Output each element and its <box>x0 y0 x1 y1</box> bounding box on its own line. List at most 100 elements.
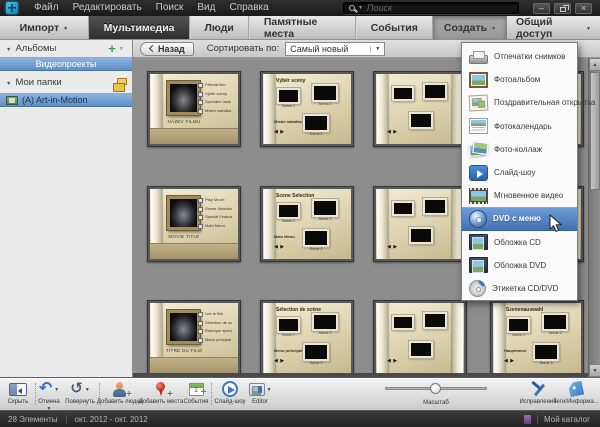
items-count: 28 Элементы <box>8 415 58 424</box>
nav-arrows-icon <box>387 120 398 138</box>
albums-panel: Альбомы Видеопроекты Мои папки (A) Art-i… <box>0 40 133 377</box>
slideshow-icon <box>469 165 488 181</box>
menu-item-photo-collage[interactable]: Фото-коллаж <box>462 138 577 161</box>
menu-item-photo-book[interactable]: Фотоальбом <box>462 68 577 91</box>
menu-find[interactable]: Поиск <box>149 0 191 16</box>
catalog-name[interactable]: Мой каталог <box>544 415 590 424</box>
template-thumbnail[interactable]: Název filmu Přehrát film Výběr scény Spe… <box>147 71 241 147</box>
menu-item-photo-calendar[interactable]: Фотокалендарь <box>462 115 577 138</box>
greeting-card-icon <box>469 94 489 111</box>
share-button[interactable]: Общий доступ <box>507 16 600 39</box>
template-thumbnail[interactable] <box>373 186 467 262</box>
menubar: Файл Редактировать Поиск Вид Справка Пои… <box>0 0 600 16</box>
scrollbar-thumb[interactable] <box>590 72 600 190</box>
menu-file[interactable]: Файл <box>27 0 66 16</box>
plus-icon <box>108 43 116 54</box>
zoom-slider[interactable] <box>385 387 487 390</box>
nav-arrows-icon <box>203 121 214 139</box>
back-button[interactable]: Назад <box>140 42 194 56</box>
cd-jacket-icon <box>469 234 488 250</box>
menu-item-cd-dvd-label[interactable]: Этикетка CD/DVD <box>462 277 577 300</box>
nav-arrows-icon <box>274 349 285 367</box>
printer-icon <box>469 55 488 64</box>
action-bar: Скрыть Отмена Повернуть Добавить людей Д… <box>0 377 600 410</box>
zoom-slider-knob[interactable] <box>430 383 441 394</box>
search-options-chevron-icon[interactable] <box>358 5 363 11</box>
scroll-up-button[interactable] <box>589 58 600 71</box>
date-range: окт. 2012 - окт. 2012 <box>75 415 148 424</box>
my-folders-header[interactable]: Мои папки <box>0 74 132 91</box>
create-button[interactable]: Создать <box>433 16 507 39</box>
menu-item-photo-prints[interactable]: Отпечатки снимков <box>462 45 577 68</box>
zoom-label: Масштаб <box>385 400 487 406</box>
menu-item-instant-video[interactable]: Мгновенное видео <box>462 184 577 207</box>
nav-arrows-icon <box>203 236 214 254</box>
template-thumbnail[interactable]: Výběr scény Scéna 1 Scéna 2 Scéna 3 Míst… <box>260 71 354 147</box>
template-thumbnail[interactable] <box>373 71 467 147</box>
nav-arrows-icon <box>387 349 398 367</box>
search-icon <box>349 5 355 11</box>
divider <box>66 415 67 424</box>
add-event-icon <box>189 383 204 396</box>
sort-order-select[interactable]: Самый новый <box>285 42 385 56</box>
instant-fix-icon <box>530 381 546 397</box>
sort-by-label: Сортировать по: <box>207 43 279 54</box>
menu-view[interactable]: Вид <box>190 0 222 16</box>
albums-header[interactable]: Альбомы <box>0 40 132 57</box>
template-thumbnail[interactable]: Szenenauswahl Szene 1 Szene 2 Szene 3 Ha… <box>490 300 584 376</box>
status-bar: 28 Элементы окт. 2012 - окт. 2012 Мой ка… <box>0 410 600 427</box>
rotate-button[interactable]: Повернуть <box>60 380 100 405</box>
minimize-button[interactable] <box>533 3 550 14</box>
tab-events[interactable]: События <box>356 16 433 39</box>
chevron-down-icon <box>119 46 124 52</box>
menu-help[interactable]: Справка <box>222 0 275 16</box>
template-thumbnail[interactable]: Movie Title Play Movie Scene Selection S… <box>147 186 241 262</box>
scroll-down-button[interactable] <box>589 364 600 377</box>
mouse-cursor-icon <box>549 214 562 233</box>
add-people-icon <box>112 382 128 397</box>
hide-panel-icon <box>9 383 27 396</box>
create-menu: Отпечатки снимков Фотоальбом Поздравител… <box>461 42 578 301</box>
template-thumbnail[interactable]: Titre du film Lire le film Sélection de … <box>147 300 241 376</box>
editor-button[interactable]: Editor <box>242 380 278 405</box>
app-logo-icon <box>6 2 18 14</box>
editor-icon <box>249 383 265 396</box>
tab-media[interactable]: Мультимедиа <box>89 16 190 39</box>
undo-icon <box>39 380 52 398</box>
search-placeholder: Поиск <box>367 3 392 13</box>
nav-arrows-icon <box>203 350 214 368</box>
close-button[interactable] <box>575 3 592 14</box>
dvd-jacket-icon <box>469 257 488 273</box>
collapse-triangle-icon[interactable] <box>6 43 11 54</box>
menu-item-dvd-jacket[interactable]: Обложка DVD <box>462 254 577 277</box>
menu-item-slideshow[interactable]: Слайд-шоу <box>462 161 577 184</box>
add-places-icon <box>153 382 169 397</box>
album-video-projects[interactable]: Видеопроекты <box>0 57 132 71</box>
cd-dvd-label-icon <box>469 280 486 297</box>
restore-button[interactable] <box>554 3 571 14</box>
template-thumbnail[interactable]: Scene Selection Scene 1 Scene 2 Scene 3 … <box>260 186 354 262</box>
template-thumbnail[interactable]: Sélection de scène Scène 1 Scène 2 Scène… <box>260 300 354 376</box>
catalog-icon <box>524 415 531 424</box>
tags-info-button[interactable]: Теги/Информа... <box>553 380 599 405</box>
folder-view-icon[interactable] <box>117 78 127 85</box>
template-thumbnail[interactable] <box>373 300 467 376</box>
window-controls <box>533 3 592 14</box>
folder-item-art-in-motion[interactable]: (A) Art-in-Motion <box>0 93 132 107</box>
nav-arrows-icon <box>274 235 285 253</box>
menu-item-greeting-card[interactable]: Поздравительная открытка <box>462 91 577 114</box>
search-input[interactable]: Поиск <box>343 2 519 14</box>
select-arrow-icon <box>370 46 380 52</box>
collapse-triangle-icon[interactable] <box>6 77 11 88</box>
rotate-icon <box>70 380 83 398</box>
menu-item-cd-jacket[interactable]: Обложка CD <box>462 231 577 254</box>
organizer-window: Файл Редактировать Поиск Вид Справка Пои… <box>0 0 600 427</box>
tab-people[interactable]: Люди <box>190 16 249 39</box>
add-people-button[interactable]: Добавить людей <box>96 380 144 405</box>
new-album-button[interactable] <box>105 41 131 56</box>
menu-edit[interactable]: Редактировать <box>66 0 149 16</box>
divider <box>537 415 538 424</box>
import-button[interactable]: Импорт <box>0 16 89 39</box>
tab-places[interactable]: Памятные места <box>249 16 356 39</box>
photo-calendar-icon <box>469 118 488 134</box>
